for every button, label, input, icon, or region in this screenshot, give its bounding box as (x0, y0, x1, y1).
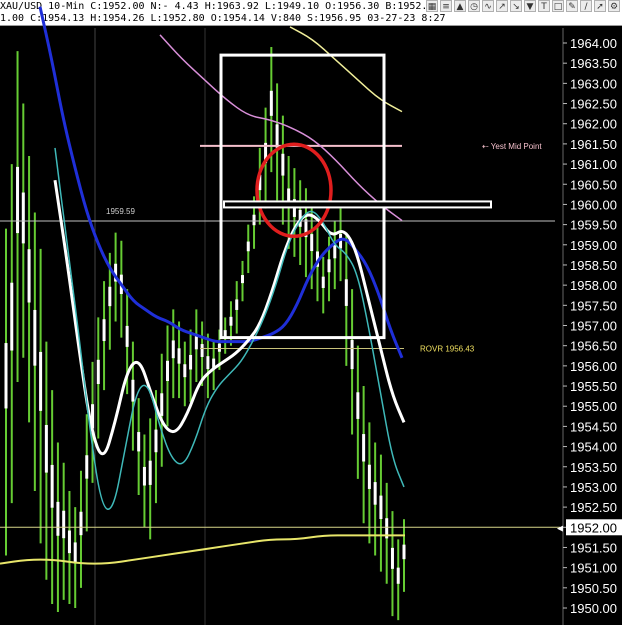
price-tick-label: 1961.00 (570, 157, 617, 172)
candle-body (327, 259, 331, 273)
price-tick-label: 1962.00 (570, 117, 617, 132)
price-tick-label: 1953.00 (570, 480, 617, 495)
annotation-level-bar (223, 200, 492, 209)
ma-long-line (0, 534, 405, 565)
candle-body (367, 464, 371, 489)
candle-body (402, 544, 406, 560)
candle-body (229, 316, 233, 326)
price-tick-label: 1960.50 (570, 177, 617, 192)
price-tick-label: 1961.50 (570, 137, 617, 152)
price-tick-label: 1960.00 (570, 197, 617, 212)
price-tick-label: 1962.50 (570, 97, 617, 112)
candle-body (217, 343, 221, 352)
price-tick-label: 1951.00 (570, 561, 617, 576)
candle-body (356, 392, 360, 419)
candle-body (148, 460, 152, 485)
price-tick-label: 1959.00 (570, 238, 617, 253)
candle-body (390, 547, 394, 569)
price-tick-label: 1956.50 (570, 339, 617, 354)
candle-body (27, 249, 31, 303)
candle-body (373, 482, 377, 505)
candle-body (108, 286, 112, 307)
price-tick-label: 1957.50 (570, 298, 617, 313)
candle-body (379, 495, 383, 520)
candle-body (166, 360, 170, 381)
candle-body (16, 166, 20, 234)
price-tick-label: 1963.50 (570, 56, 617, 71)
price-tick-label: 1952.50 (570, 500, 617, 515)
price-tick-label: 1950.00 (570, 601, 617, 616)
candle-body (160, 393, 164, 416)
candle-body (56, 501, 60, 536)
price-tick-label: 1964.00 (570, 36, 617, 51)
candle-body (275, 124, 279, 148)
ma-pink-line (159, 34, 403, 222)
candle-body (344, 279, 348, 306)
current-price-label: 1952.00 (570, 520, 617, 535)
candle-body (10, 282, 14, 351)
candle-body (137, 432, 141, 452)
candle-body (350, 340, 354, 370)
candle-body (396, 567, 400, 584)
candle-body (4, 343, 8, 409)
price-tick-label: 1951.50 (570, 540, 617, 555)
candle-body (33, 309, 37, 366)
candle-body (189, 354, 193, 370)
price-tick-label: 1956.00 (570, 359, 617, 374)
candle-body (79, 511, 83, 536)
candle-body (321, 276, 325, 288)
price-tick-label: 1957.00 (570, 319, 617, 334)
price-tick-label: 1955.00 (570, 399, 617, 414)
candle-body (44, 424, 48, 473)
candle-body (39, 351, 43, 411)
rovr-label: ROVR 1956.43 (420, 345, 475, 354)
candle-body (177, 348, 181, 364)
price-chart[interactable]: ⇠ Yest Mid Point ROVR 1956.43 1959.59 1964.… (0, 0, 622, 625)
price-tick-label: 1950.50 (570, 581, 617, 596)
candle-body (67, 530, 71, 554)
current-price-arrow: ◄ (555, 523, 565, 534)
candle-body (21, 192, 25, 244)
candle-body (171, 340, 175, 359)
candle-body (206, 356, 210, 370)
price-tick-label: 1963.00 (570, 76, 617, 91)
candle-body (62, 510, 66, 539)
price-tick-label: 1959.50 (570, 218, 617, 233)
candle-body (183, 364, 187, 378)
candle-body (85, 455, 89, 479)
candle-body (240, 275, 244, 284)
candle-body (102, 319, 106, 342)
yest-mid-label: ⇠ Yest Mid Point (482, 142, 542, 151)
price-tick-label: 1958.00 (570, 278, 617, 293)
candle-body (200, 344, 204, 357)
candle-body (252, 214, 256, 226)
candle-body (73, 542, 77, 563)
candle-body (310, 234, 314, 252)
price-tick-label: 1958.50 (570, 258, 617, 273)
candle-body (246, 241, 250, 252)
candle-body (125, 325, 129, 347)
candle-body (362, 434, 366, 462)
candle-body (50, 464, 54, 508)
candle-body (154, 429, 158, 453)
price-tick-label: 1954.50 (570, 419, 617, 434)
candle-body (131, 379, 135, 402)
session-level-label: 1959.59 (106, 207, 135, 216)
price-tick-label: 1953.50 (570, 460, 617, 475)
candle-body (333, 244, 337, 259)
candle-body (269, 90, 273, 116)
candle-body (235, 299, 239, 310)
price-tick-label: 1955.50 (570, 379, 617, 394)
candle-body (281, 153, 285, 176)
price-tick-label: 1954.00 (570, 440, 617, 455)
candle-body (142, 466, 146, 486)
candle-body (96, 359, 100, 385)
